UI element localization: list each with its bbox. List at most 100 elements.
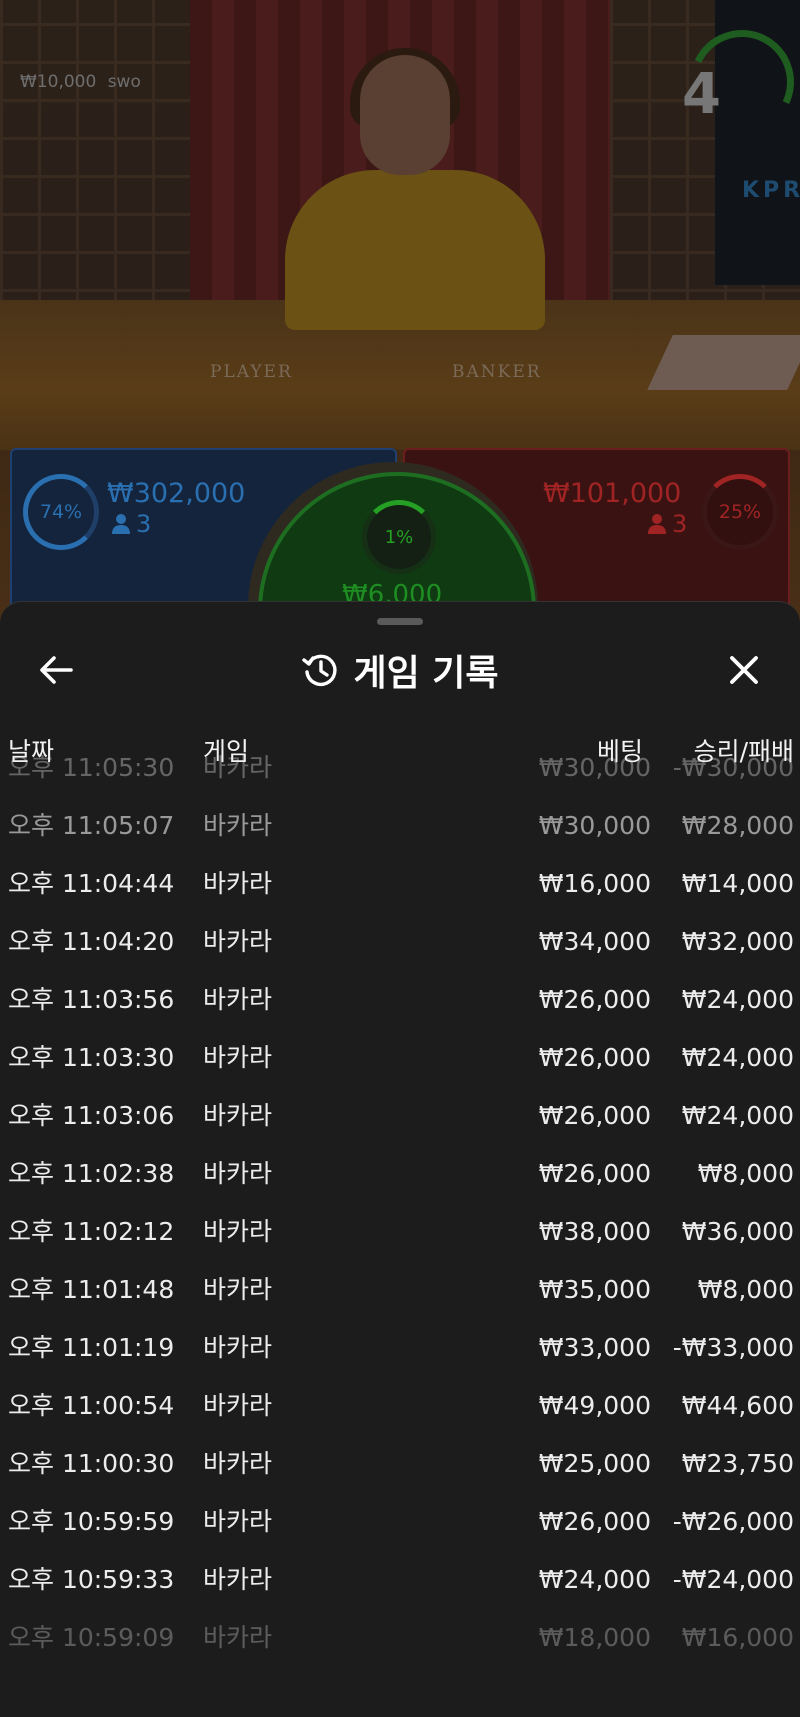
row-result: ₩32,000 <box>681 927 794 956</box>
table-row[interactable]: 오후 10:59:09 바카라 ₩18,000 ₩16,000 <box>0 1609 800 1667</box>
row-bet: ₩18,000 <box>538 1623 651 1652</box>
banker-percent-ring: 25% <box>702 474 778 550</box>
row-time: 오후 11:05:30 <box>8 753 175 782</box>
row-bet: ₩26,000 <box>538 985 651 1014</box>
username: swo <box>107 72 141 92</box>
row-game: 바카라 <box>203 869 273 898</box>
row-bet: ₩30,000 <box>538 753 651 782</box>
table-row[interactable]: 오후 11:00:30 바카라 ₩25,000 ₩23,750 <box>0 1435 800 1493</box>
brand-logo: KPR <box>742 178 800 203</box>
row-bet: ₩33,000 <box>538 1333 651 1362</box>
row-time: 오후 11:02:12 <box>8 1217 175 1246</box>
row-bet: ₩24,000 <box>538 1565 651 1594</box>
table-row[interactable]: 오후 11:00:54 바카라 ₩49,000 ₩44,600 <box>0 1377 800 1435</box>
person-icon <box>648 514 666 534</box>
row-bet: ₩38,000 <box>538 1217 651 1246</box>
row-game: 바카라 <box>203 1101 273 1130</box>
row-time: 오후 11:00:54 <box>8 1391 175 1420</box>
row-time: 오후 11:00:30 <box>8 1449 175 1478</box>
game-video-background: PLAYER BANKER KPR 4 ₩10,000 swo 74% ₩302… <box>0 0 800 640</box>
table-row[interactable]: 오후 11:03:56 바카라 ₩26,000 ₩24,000 <box>0 971 800 1029</box>
tie-percent-ring: 1% <box>362 500 436 574</box>
dealer <box>285 170 545 330</box>
row-bet: ₩16,000 <box>538 869 651 898</box>
row-time: 오후 11:01:48 <box>8 1275 175 1304</box>
banker-count-value: 3 <box>672 510 688 538</box>
player-percent: 74% <box>39 501 83 523</box>
row-result: ₩24,000 <box>681 1101 794 1130</box>
table-row[interactable]: 오후 10:59:33 바카라 ₩24,000 -₩24,000 <box>0 1551 800 1609</box>
row-result: -₩26,000 <box>672 1507 794 1536</box>
dealer-head <box>360 55 450 175</box>
row-result: ₩28,000 <box>681 811 794 840</box>
row-time: 오후 11:02:38 <box>8 1159 175 1188</box>
drag-handle[interactable] <box>377 618 423 625</box>
row-result: ₩36,000 <box>681 1217 794 1246</box>
table-row[interactable]: 오후 11:03:06 바카라 ₩26,000 ₩24,000 <box>0 1087 800 1145</box>
row-game: 바카라 <box>203 753 273 782</box>
row-result: -₩24,000 <box>672 1565 794 1594</box>
table-row[interactable]: 오후 11:02:38 바카라 ₩26,000 ₩8,000 <box>0 1145 800 1203</box>
game-history-sheet: 게임 기록 날짜 게임 베팅 승리/패배 오후 11:05:30 바카라 ₩30… <box>0 601 800 1717</box>
row-bet: ₩26,000 <box>538 1507 651 1536</box>
row-game: 바카라 <box>203 1275 273 1304</box>
player-percent-ring: 74% <box>23 474 99 550</box>
history-list[interactable]: 오후 11:05:30 바카라 ₩30,000 -₩30,000 오후 11:0… <box>0 753 800 1717</box>
row-result: -₩30,000 <box>672 753 794 782</box>
table-row[interactable]: 오후 11:04:20 바카라 ₩34,000 ₩32,000 <box>0 913 800 971</box>
row-time: 오후 11:04:20 <box>8 927 175 956</box>
row-game: 바카라 <box>203 1449 273 1478</box>
row-result: ₩23,750 <box>681 1449 794 1478</box>
row-bet: ₩35,000 <box>538 1275 651 1304</box>
row-bet: ₩25,000 <box>538 1449 651 1478</box>
table-row[interactable]: 오후 11:02:12 바카라 ₩38,000 ₩36,000 <box>0 1203 800 1261</box>
close-button[interactable] <box>722 648 766 692</box>
row-game: 바카라 <box>203 1043 273 1072</box>
table-row[interactable]: 오후 11:05:30 바카라 ₩30,000 -₩30,000 <box>0 739 800 797</box>
sheet-header: 게임 기록 <box>0 646 800 694</box>
row-time: 오후 11:03:56 <box>8 985 175 1014</box>
table-row[interactable]: 오후 11:03:30 바카라 ₩26,000 ₩24,000 <box>0 1029 800 1087</box>
row-game: 바카라 <box>203 1159 273 1188</box>
balance-amount: ₩10,000 <box>20 72 97 92</box>
row-game: 바카라 <box>203 1623 273 1652</box>
row-game: 바카라 <box>203 1333 273 1362</box>
row-bet: ₩30,000 <box>538 811 651 840</box>
row-result: ₩8,000 <box>697 1159 794 1188</box>
row-result: -₩33,000 <box>672 1333 794 1362</box>
player-bet-amount: ₩302,000 <box>107 478 246 509</box>
row-bet: ₩26,000 <box>538 1043 651 1072</box>
balance-info: ₩10,000 swo <box>20 72 141 92</box>
table-row[interactable]: 오후 11:04:44 바카라 ₩16,000 ₩14,000 <box>0 855 800 913</box>
page-title: 게임 기록 <box>353 653 499 694</box>
row-bet: ₩34,000 <box>538 927 651 956</box>
table-label-player: PLAYER <box>210 362 293 382</box>
row-bet: ₩49,000 <box>538 1391 651 1420</box>
row-time: 오후 10:59:59 <box>8 1507 175 1536</box>
table-row[interactable]: 오후 11:05:07 바카라 ₩30,000 ₩28,000 <box>0 797 800 855</box>
table-row[interactable]: 오후 11:01:19 바카라 ₩33,000 -₩33,000 <box>0 1319 800 1377</box>
table-row[interactable]: 오후 11:01:48 바카라 ₩35,000 ₩8,000 <box>0 1261 800 1319</box>
row-time: 오후 10:59:09 <box>8 1623 175 1652</box>
row-result: ₩16,000 <box>681 1623 794 1652</box>
card-shoe <box>647 335 800 390</box>
row-game: 바카라 <box>203 1565 273 1594</box>
row-time: 오후 11:01:19 <box>8 1333 175 1362</box>
row-game: 바카라 <box>203 927 273 956</box>
row-game: 바카라 <box>203 1507 273 1536</box>
row-game: 바카라 <box>203 811 273 840</box>
banker-bet-amount: ₩101,000 <box>543 478 682 509</box>
row-time: 오후 11:04:44 <box>8 869 175 898</box>
row-game: 바카라 <box>203 1217 273 1246</box>
row-result: ₩44,600 <box>681 1391 794 1420</box>
banker-percent: 25% <box>718 501 762 523</box>
row-bet: ₩26,000 <box>538 1101 651 1130</box>
row-result: ₩8,000 <box>697 1275 794 1304</box>
close-icon <box>730 656 758 684</box>
row-result: ₩24,000 <box>681 1043 794 1072</box>
table-row[interactable]: 오후 10:59:59 바카라 ₩26,000 -₩26,000 <box>0 1493 800 1551</box>
player-count-value: 3 <box>136 510 152 538</box>
row-time: 오후 10:59:33 <box>8 1565 175 1594</box>
table-label-banker: BANKER <box>452 362 542 382</box>
countdown-timer: 4 <box>682 62 721 127</box>
